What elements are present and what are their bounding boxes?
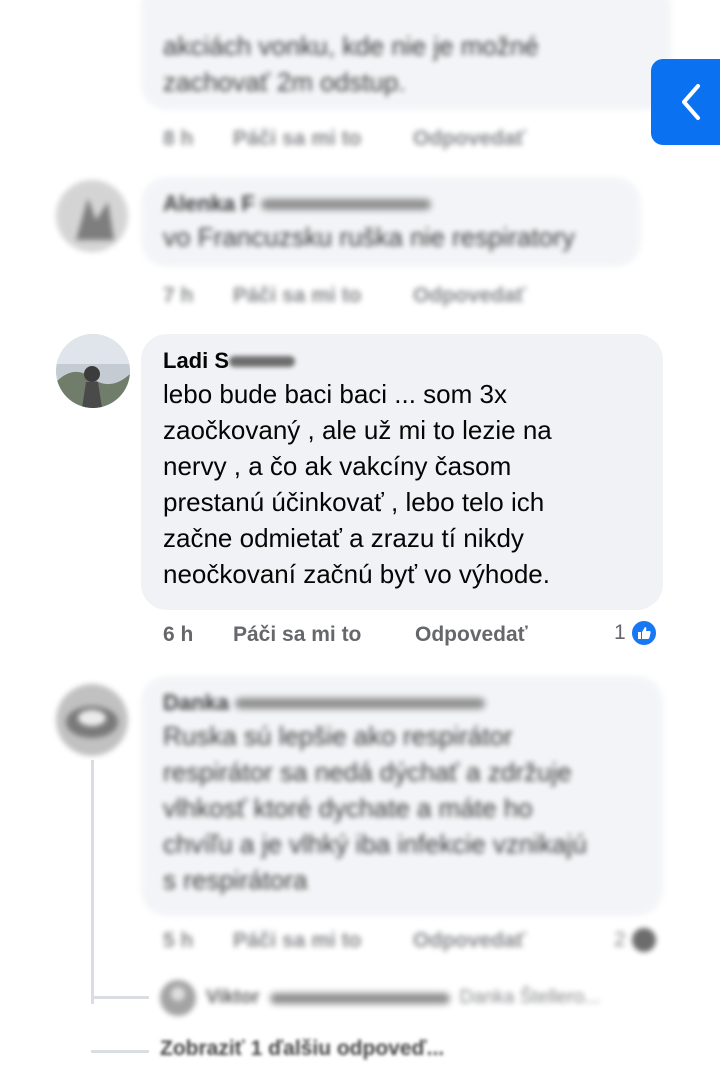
reply-author: Viktor [206, 987, 260, 1008]
reply-link[interactable]: Odpovedať [415, 623, 528, 647]
redacted-name [235, 697, 486, 709]
reaction-count: 1 [614, 621, 626, 644]
comment-bubble: Ladi S lebo bude baci baci ... som 3x za… [141, 334, 663, 610]
avatar[interactable] [56, 180, 128, 252]
redacted-name [269, 992, 450, 1004]
reply-avatar [160, 980, 196, 1016]
comment-bubble: Alenka F vo Francuzsku ruška nie respira… [141, 177, 641, 267]
comment-actions: 8 h Páči sa mi to Odpovedať [163, 127, 526, 151]
comments-screen: akciách vonku, kde nie je možné zachovať… [0, 0, 720, 1083]
reaction-count: 2 [614, 928, 626, 951]
redacted-name [260, 198, 431, 210]
comment-actions: 7 h Páči sa mi to Odpovedať [163, 284, 526, 308]
author-name[interactable]: Ladi S [163, 348, 229, 374]
comment-time: 5 h [163, 929, 194, 952]
reply-link[interactable]: Odpovedať [413, 929, 526, 953]
back-button[interactable] [651, 59, 720, 145]
like-link[interactable]: Páči sa mi to [233, 929, 413, 953]
author-name[interactable]: Danka [163, 690, 229, 716]
reply-mention: Danka Štellero... [459, 987, 600, 1008]
avatar-image [56, 684, 128, 756]
comment-text: vo Francuzsku ruška nie respiratory [163, 222, 575, 252]
comment-actions: 5 h Páči sa mi to Odpovedať [163, 929, 526, 953]
thread-branch [91, 996, 149, 999]
thread-line [91, 760, 94, 1004]
comment-bubble: Danka Ruska sú lepšie ako respirátor res… [141, 676, 663, 916]
comment-text: akciách vonku, kde nie je možné zachovať… [163, 31, 539, 97]
comment-text: Ruska sú lepšie ako respirátor respiráto… [163, 721, 587, 895]
avatar[interactable] [56, 334, 130, 408]
comment-author: Ladi S [163, 348, 641, 374]
redacted-name [229, 355, 296, 367]
avatar-image [56, 334, 130, 408]
chevron-left-icon [682, 84, 700, 120]
comment-time: 8 h [163, 127, 194, 150]
reply-row: Viktor Danka Štellero... [160, 980, 600, 1016]
comment-actions: 6 h Páči sa mi to Odpovedať [163, 623, 528, 647]
reaction-summary[interactable]: 2 [614, 926, 658, 954]
comment-time: 7 h [163, 284, 194, 307]
reply-link[interactable]: Odpovedať [413, 127, 526, 151]
reaction-summary[interactable]: 1 [614, 619, 658, 647]
comment-bubble: akciách vonku, kde nie je možné zachovať… [141, 0, 671, 110]
like-link[interactable]: Páči sa mi to [233, 127, 413, 151]
like-link[interactable]: Páči sa mi to [233, 623, 415, 647]
author-name[interactable]: Alenka F [163, 191, 255, 217]
avatar[interactable] [56, 684, 128, 756]
thread-branch [91, 1050, 149, 1053]
reaction-icon [629, 926, 658, 954]
comment-text: lebo bude baci baci ... som 3x zaočkovan… [163, 379, 552, 589]
like-link[interactable]: Páči sa mi to [233, 284, 413, 308]
like-icon [629, 619, 658, 647]
comment-author: Danka [163, 690, 641, 716]
more-replies-link[interactable]: Zobraziť 1 ďalšiu odpoveď... [160, 1037, 444, 1061]
comment-time: 6 h [163, 623, 194, 646]
comment-author: Alenka F [163, 191, 619, 217]
reply-link[interactable]: Odpovedať [413, 284, 526, 308]
avatar-image [56, 180, 128, 252]
